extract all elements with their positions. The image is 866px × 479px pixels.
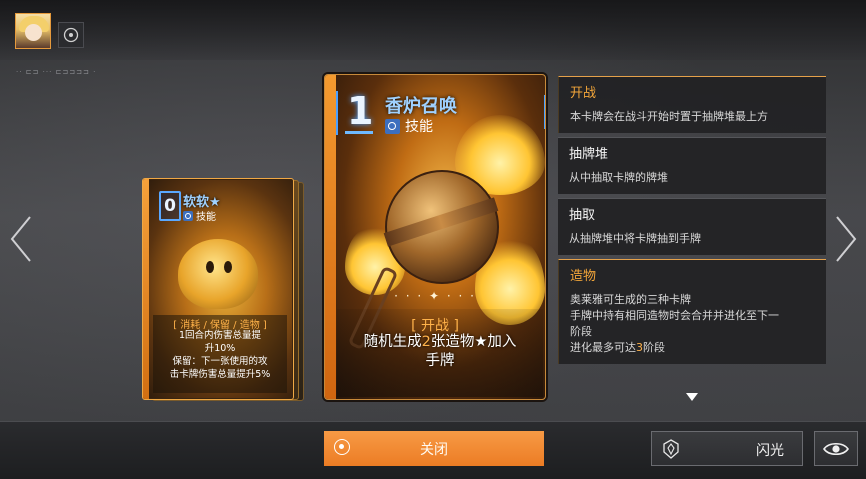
avatar-face [25, 24, 42, 41]
keyword-entry: 抽牌堆 从中抽取卡牌的牌堆 [558, 137, 826, 194]
previous-card-button[interactable] [4, 212, 38, 266]
debug-text: ·· ⊏⊐ ··· ⊏⊐⊐⊐⊐ · [16, 68, 97, 76]
desc-highlight: 3 [636, 341, 643, 354]
eye-icon [823, 442, 849, 455]
flash-button[interactable]: 闪光 [651, 431, 803, 466]
keyword-title: 造物 [570, 269, 597, 284]
card-type-label: 技能 [405, 119, 433, 135]
keyword-entry: 抽取 从抽牌堆中将卡牌抽到手牌 [558, 198, 826, 255]
target-button[interactable] [58, 22, 84, 48]
desc-text: 张造物★加入 [430, 334, 517, 350]
keyword-desc-line: 奥莱雅可生成的三种卡牌 [570, 293, 691, 306]
cost-underline [345, 131, 373, 134]
card-art-creature [178, 239, 258, 309]
creature-eye [224, 261, 232, 273]
card-name: 香炉召唤 [385, 96, 457, 117]
top-bar [0, 0, 866, 60]
card-desc-line: 1回合内伤害总量提 [178, 330, 262, 341]
card-tag: [ 开战 ] [411, 318, 459, 334]
card-desc-line: 升10% [204, 343, 236, 354]
card-description: 随机生成2张造物★加入 手牌 [347, 333, 533, 371]
card-rarity-stripe [143, 179, 149, 399]
keyword-title: 抽牌堆 [569, 147, 609, 162]
keyword-desc-line: 进化最多可达3阶段 [570, 340, 816, 356]
card-type: 技能 [385, 116, 433, 136]
keyword-panel[interactable]: 开战 本卡牌会在战斗开始时置于抽牌堆最上方 抽牌堆 从中抽取卡牌的牌堆 抽取 从… [558, 76, 826, 368]
flash-button-label: 闪光 [756, 443, 784, 459]
keyword-entry: 造物 奥莱雅可生成的三种卡牌 手牌中持有相同造物时会合并并进化至下一 阶段 进化… [558, 259, 826, 364]
sparkle-divider: · · · ✦ · · · [394, 289, 476, 303]
desc-text: 进化最多可达 [570, 341, 636, 354]
scroll-down-indicator[interactable] [686, 393, 698, 401]
character-avatar[interactable] [15, 13, 51, 49]
skill-type-icon [385, 118, 400, 134]
small-card: 0 软软★ 技能 [ 消耗 / 保留 / 造物 ] 1回合内伤害总量提 升10%… [142, 178, 294, 400]
target-icon [63, 27, 79, 43]
close-circle-icon [334, 439, 350, 455]
keyword-desc: 奥莱雅可生成的三种卡牌 手牌中持有相同造物时会合并并进化至下一 阶段 进化最多可… [570, 292, 816, 356]
card-type-label: 技能 [196, 212, 216, 223]
keyword-desc: 从抽牌堆中将卡牌抽到手牌 [569, 232, 701, 245]
keyword-entry: 开战 本卡牌会在战斗开始时置于抽牌堆最上方 [558, 76, 826, 133]
desc-text: 阶段 [643, 341, 665, 354]
generated-card-preview[interactable]: 0 软软★ 技能 [ 消耗 / 保留 / 造物 ] 1回合内伤害总量提 升10%… [142, 178, 304, 401]
creature-eye [206, 261, 214, 273]
next-card-button[interactable] [829, 212, 863, 266]
keyword-desc: 从中抽取卡牌的牌堆 [569, 171, 668, 184]
keyword-desc: 本卡牌会在战斗开始时置于抽牌堆最上方 [570, 110, 768, 123]
card-cost: 0 [159, 191, 181, 221]
desc-text: 随机生成 [363, 334, 422, 350]
card-description: 1回合内伤害总量提 升10% 保留：下一张使用的攻 击卡牌伤害总量提升5% [155, 329, 285, 381]
card-desc-line: 保留：下一张使用的攻 [172, 356, 268, 367]
card-type: 技能 [183, 208, 216, 223]
desc-highlight: 2 [421, 334, 431, 350]
keyword-title: 开战 [570, 86, 597, 101]
close-button[interactable]: 关闭 [324, 431, 544, 466]
card-rarity-stripe [325, 75, 336, 399]
chevron-left-icon [10, 216, 31, 262]
keyword-title: 抽取 [569, 208, 596, 223]
card-cost: 1 [347, 89, 374, 133]
close-button-label: 关闭 [420, 441, 448, 458]
skill-type-icon [183, 210, 193, 221]
desc-text: 手牌 [425, 353, 455, 369]
card-desc-line: 击卡牌伤害总量提升5% [169, 369, 271, 380]
chevron-right-icon [836, 216, 857, 262]
view-toggle-button[interactable] [814, 431, 858, 466]
keyword-desc-line: 阶段 [570, 325, 592, 338]
flash-badge-icon [663, 439, 679, 459]
selected-card: 1 香炉召唤 技能 · · · ✦ · · · [ 开战 ] 随机生成2张造物★… [324, 74, 546, 400]
hud-bracket [540, 95, 545, 129]
keyword-desc-line: 手牌中持有相同造物时会合并并进化至下一 [570, 309, 779, 322]
hud-bracket [336, 91, 342, 135]
